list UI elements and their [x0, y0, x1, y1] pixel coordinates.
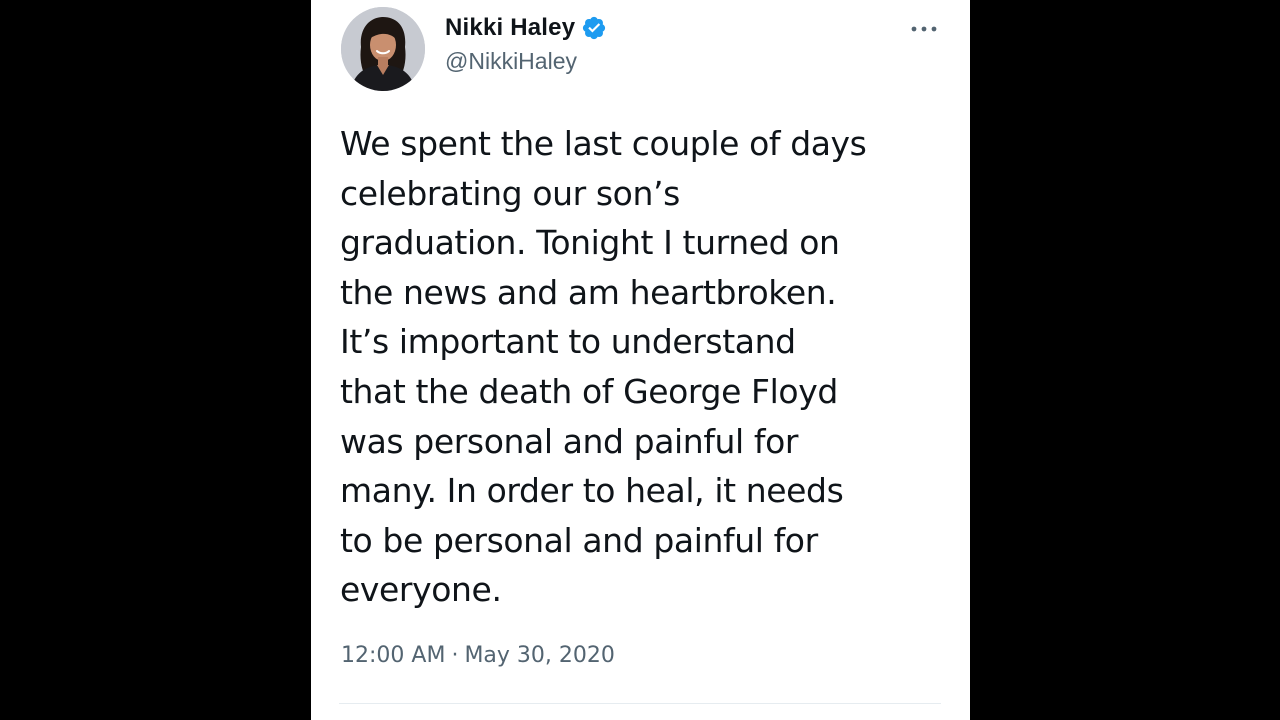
more-horizontal-icon: [911, 26, 937, 32]
avatar[interactable]: [341, 7, 425, 91]
author-name-row: Nikki Haley: [445, 12, 607, 44]
divider: [339, 703, 941, 704]
tweet-card: Nikki Haley @NikkiHaley We spent the las…: [311, 0, 970, 720]
tweet-text: We spent the last couple of days celebra…: [340, 124, 867, 610]
author-handle[interactable]: @NikkiHaley: [445, 48, 577, 75]
display-name[interactable]: Nikki Haley: [445, 14, 575, 42]
verified-badge-icon: [581, 15, 607, 41]
screen: Nikki Haley @NikkiHaley We spent the las…: [0, 0, 1280, 720]
tweet-timestamp[interactable]: 12:00 AM · May 30, 2020: [341, 643, 615, 668]
timestamp-separator: ·: [451, 643, 459, 668]
more-options-button[interactable]: [907, 17, 941, 41]
tweet-date: May 30, 2020: [464, 643, 615, 668]
tweet-time: 12:00 AM: [341, 643, 446, 668]
profile-photo: [341, 7, 425, 91]
